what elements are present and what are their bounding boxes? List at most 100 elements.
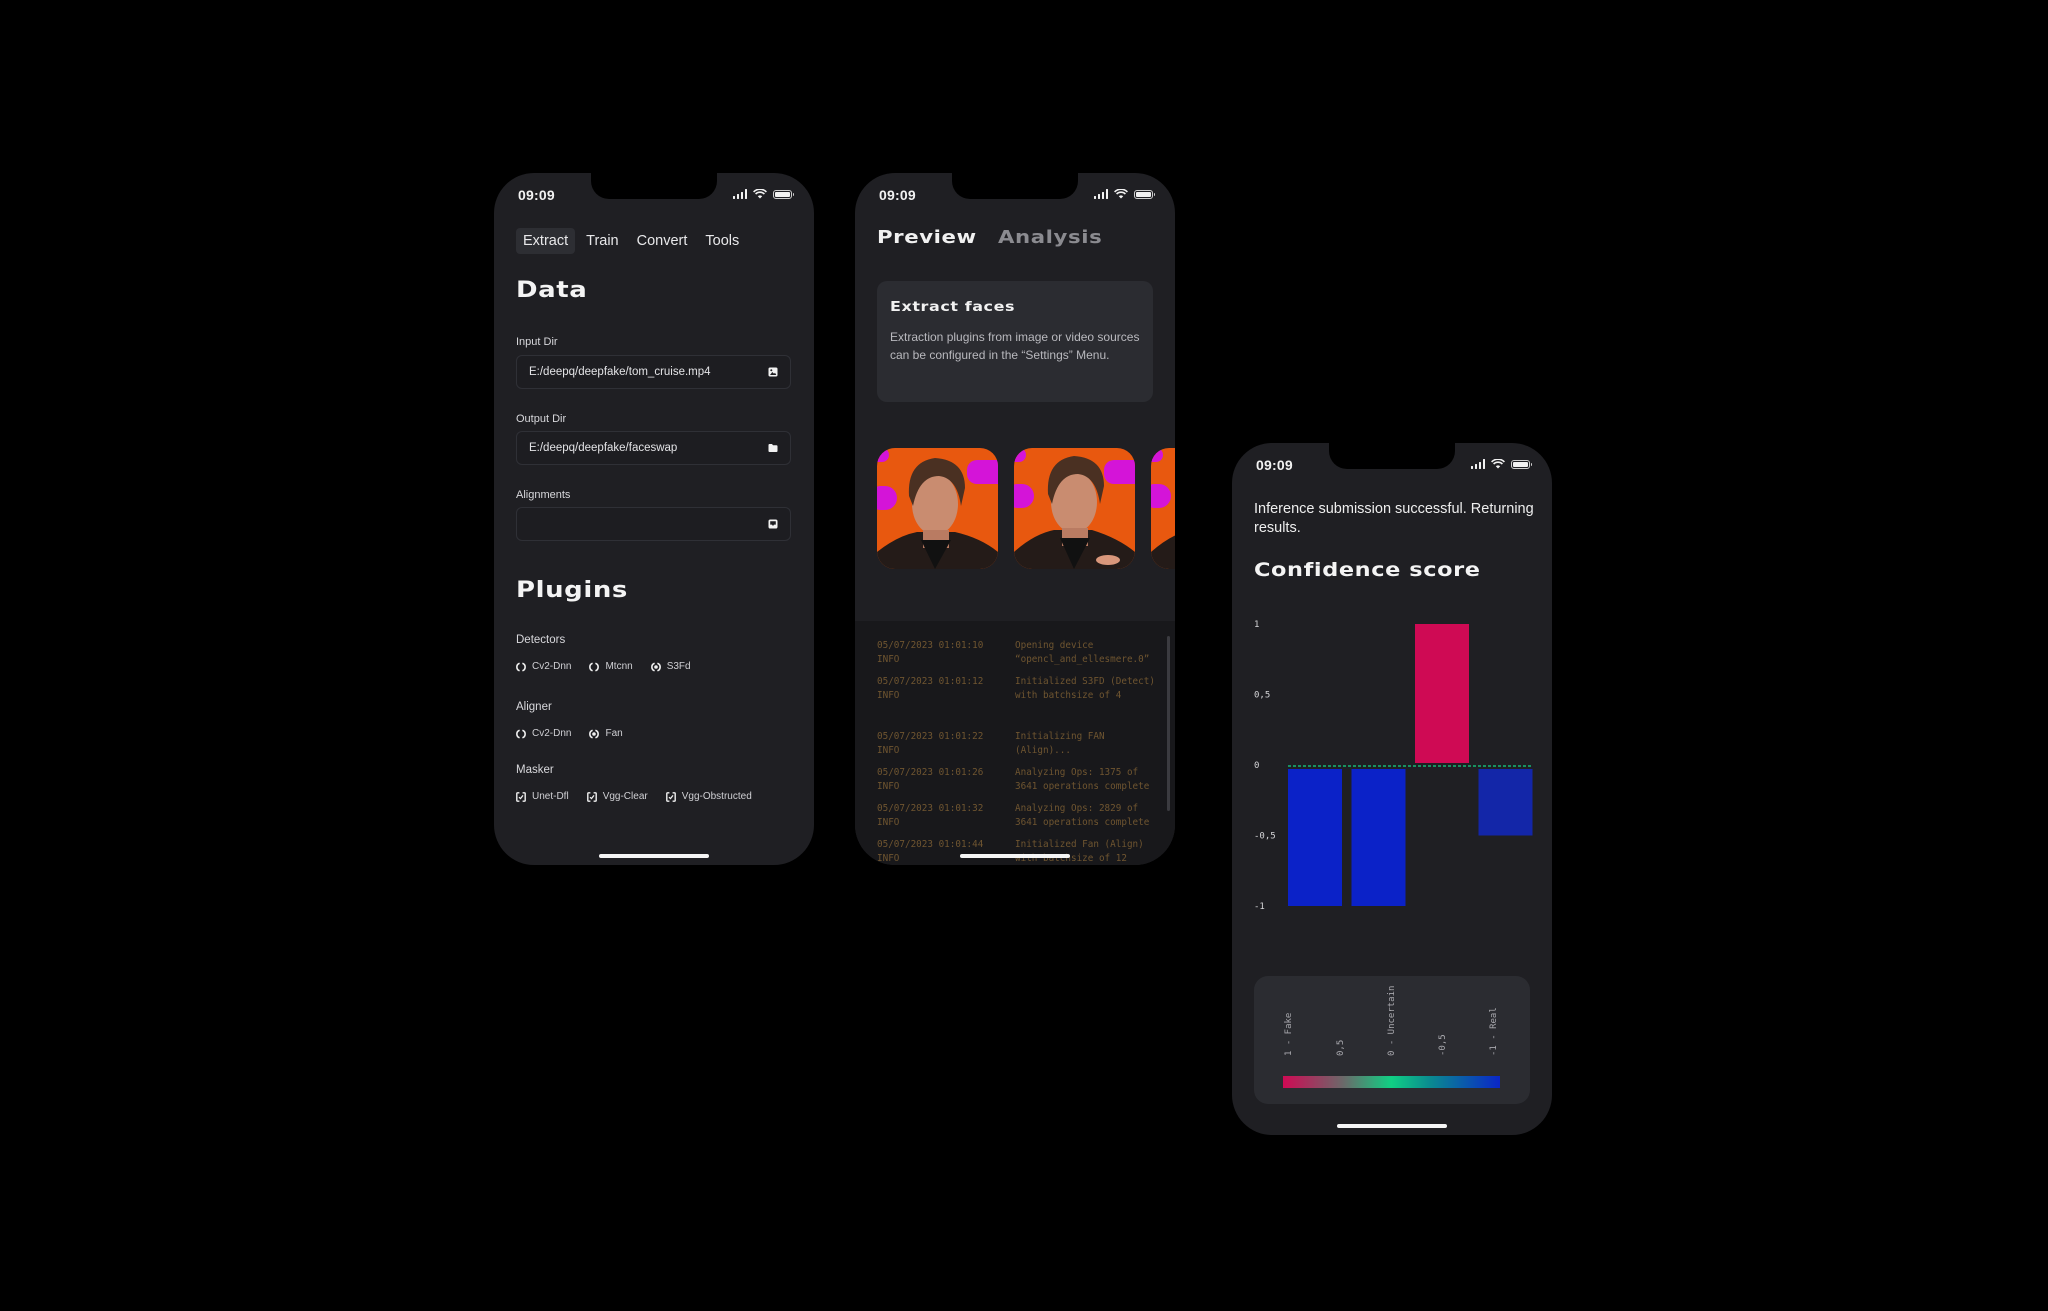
radio-selected-icon[interactable]: [589, 728, 600, 739]
tab-analysis[interactable]: Analysis: [998, 227, 1102, 248]
option-label: Vgg-Obstructed: [681, 791, 752, 802]
detector-option-mtcnn[interactable]: Mtcnn: [589, 661, 633, 672]
image-file-icon[interactable]: [768, 367, 778, 377]
input-dir-value: E:/deepq/deepfake/tom_cruise.mp4: [529, 366, 711, 378]
option-label: Mtcnn: [605, 661, 633, 672]
signal-icon: [1093, 189, 1108, 199]
tab-extract[interactable]: Extract: [516, 228, 576, 254]
option-label: S3Fd: [666, 661, 691, 672]
battery-icon: [1134, 189, 1155, 199]
card-body: Extraction plugins from image or video s…: [890, 330, 1140, 362]
bar-selimsef[interactable]: [1478, 769, 1533, 836]
legend-label-half-fake: 0,5: [1336, 1039, 1346, 1056]
masker-option-unet-dfl[interactable]: Unet-Dfl: [516, 791, 569, 802]
log-entry: 05/07/2023 01:01:12 INFO Initialized S3FD…: [877, 676, 1155, 701]
tab-preview[interactable]: Preview: [877, 227, 976, 248]
option-label: Cv2-Dnn: [532, 728, 572, 739]
input-dir-field[interactable]: E:/deepq/deepfake/tom_cruise.mp4: [516, 355, 791, 389]
inference-status-message: Inference submission successful. Returni…: [1254, 501, 1534, 536]
bar-wm[interactable]: [1415, 624, 1469, 763]
wifi-icon: [753, 189, 767, 199]
signal-icon: [1470, 459, 1485, 469]
legend-label-real: -1 - Real: [1489, 1007, 1499, 1056]
checkbox-checked-icon[interactable]: [586, 791, 597, 802]
bar-average[interactable]: [1288, 769, 1342, 906]
radio-selected-icon[interactable]: [650, 661, 661, 672]
masker-options: Unet-Dfl Vgg-Clear Vgg-Obstructed: [516, 791, 770, 802]
legend-label-half-real: -0,5: [1438, 1034, 1448, 1056]
aligner-option-fan[interactable]: Fan: [589, 728, 623, 739]
face-thumbnails: [877, 448, 1175, 569]
checkbox-checked-icon[interactable]: [516, 791, 526, 802]
radio-unselected-icon[interactable]: [516, 661, 526, 672]
status-bar: 09:09: [494, 173, 814, 217]
confidence-gradient-bar: [1283, 1076, 1500, 1088]
alignments-label: Alignments: [516, 489, 571, 501]
main-tabs: Extract Train Convert Tools: [516, 228, 746, 254]
checkbox-checked-icon[interactable]: [665, 791, 676, 802]
output-dir-label: Output Dir: [516, 413, 567, 425]
y-tick-label: -1: [1254, 902, 1265, 912]
confidence-chart: 10,50-0,5-1 AVERAGEBOKENWMSELIMSEF: [1254, 620, 1533, 912]
preview-screen: 09:09 Preview Analysis Extract faces Ext…: [855, 173, 1175, 865]
output-dir-value: E:/deepq/deepfake/faceswap: [529, 442, 678, 454]
output-dir-field[interactable]: E:/deepq/deepfake/faceswap: [516, 431, 791, 465]
face-image: [1151, 448, 1175, 569]
signal-icon: [732, 189, 747, 199]
battery-icon: [773, 189, 794, 199]
extract-faces-card: Extract faces Extraction plugins from im…: [877, 281, 1153, 402]
legend-label-fake: 1 - Fake: [1284, 1012, 1294, 1056]
face-thumbnail[interactable]: [877, 448, 998, 569]
option-label: Cv2-Dnn: [532, 661, 572, 672]
wifi-icon: [1491, 459, 1505, 469]
aligner-label: Aligner: [516, 701, 552, 713]
face-thumbnail[interactable]: [1014, 448, 1135, 569]
tab-train[interactable]: Train: [579, 228, 626, 254]
confidence-legend: 1 - Fake 0,5 0 - Uncertain -0,5 -1 - Rea…: [1254, 976, 1530, 1104]
alignments-field[interactable]: [516, 507, 791, 541]
tab-convert[interactable]: Convert: [630, 228, 695, 254]
y-tick-label: -0,5: [1254, 832, 1276, 842]
results-screen: 09:09 Inference submission successful. R…: [1232, 443, 1552, 1135]
log-entry: 05/07/2023 01:01:32 INFO Analyzing Ops: 2…: [877, 803, 1150, 828]
detectors-label: Detectors: [516, 634, 566, 646]
folder-icon[interactable]: [768, 443, 778, 453]
log-entry: 05/07/2023 01:01:22 INFO Initializing FAN…: [877, 731, 1105, 756]
home-indicator[interactable]: [599, 854, 709, 858]
data-section-title: Data: [516, 278, 588, 303]
aligner-options: Cv2-Dnn Fan: [516, 728, 641, 739]
detector-option-cv2-dnn[interactable]: Cv2-Dnn: [516, 661, 571, 672]
aligner-option-cv2-dnn[interactable]: Cv2-Dnn: [516, 728, 571, 739]
status-bar: 09:09: [855, 173, 1175, 217]
status-time: 09:09: [518, 187, 555, 203]
radio-unselected-icon[interactable]: [589, 661, 600, 672]
bar-boken[interactable]: [1351, 769, 1406, 906]
home-indicator[interactable]: [960, 854, 1070, 858]
log-entry: 05/07/2023 01:01:26 INFO Analyzing Ops: 1…: [877, 767, 1150, 792]
log-scrollbar[interactable]: [1167, 636, 1170, 811]
legend-label-uncertain: 0 - Uncertain: [1387, 985, 1397, 1056]
preview-tabs: Preview Analysis: [877, 227, 1102, 248]
log-entry: 05/07/2023 01:01:44 INFO Initialized Fan …: [877, 839, 1144, 864]
battery-icon: [1511, 459, 1532, 469]
status-bar: 09:09: [1232, 443, 1552, 487]
inbox-icon[interactable]: [768, 519, 778, 529]
masker-option-vgg-clear[interactable]: Vgg-Clear: [586, 791, 648, 802]
detectors-options: Cv2-Dnn Mtcnn S3Fd: [516, 661, 709, 672]
log-console: 05/07/2023 01:01:10 INFO Opening device “…: [855, 621, 1175, 865]
masker-option-vgg-obstructed[interactable]: Vgg-Obstructed: [665, 791, 752, 802]
home-indicator[interactable]: [1337, 1124, 1447, 1128]
radio-unselected-icon[interactable]: [516, 728, 526, 739]
face-thumbnail[interactable]: [1151, 448, 1175, 569]
masker-label: Masker: [516, 764, 554, 776]
status-time: 09:09: [879, 187, 916, 203]
face-image: [1014, 448, 1135, 569]
option-label: Fan: [605, 728, 623, 739]
detector-option-s3fd[interactable]: S3Fd: [650, 661, 691, 672]
extract-screen: 09:09 Extract Train Convert Tools Data I…: [494, 173, 814, 865]
wifi-icon: [1114, 189, 1128, 199]
tab-tools[interactable]: Tools: [698, 228, 746, 254]
input-dir-label: Input Dir: [516, 336, 558, 348]
face-image: [877, 448, 998, 569]
log-entry: 05/07/2023 01:01:10 INFO Opening device “…: [877, 640, 1150, 665]
